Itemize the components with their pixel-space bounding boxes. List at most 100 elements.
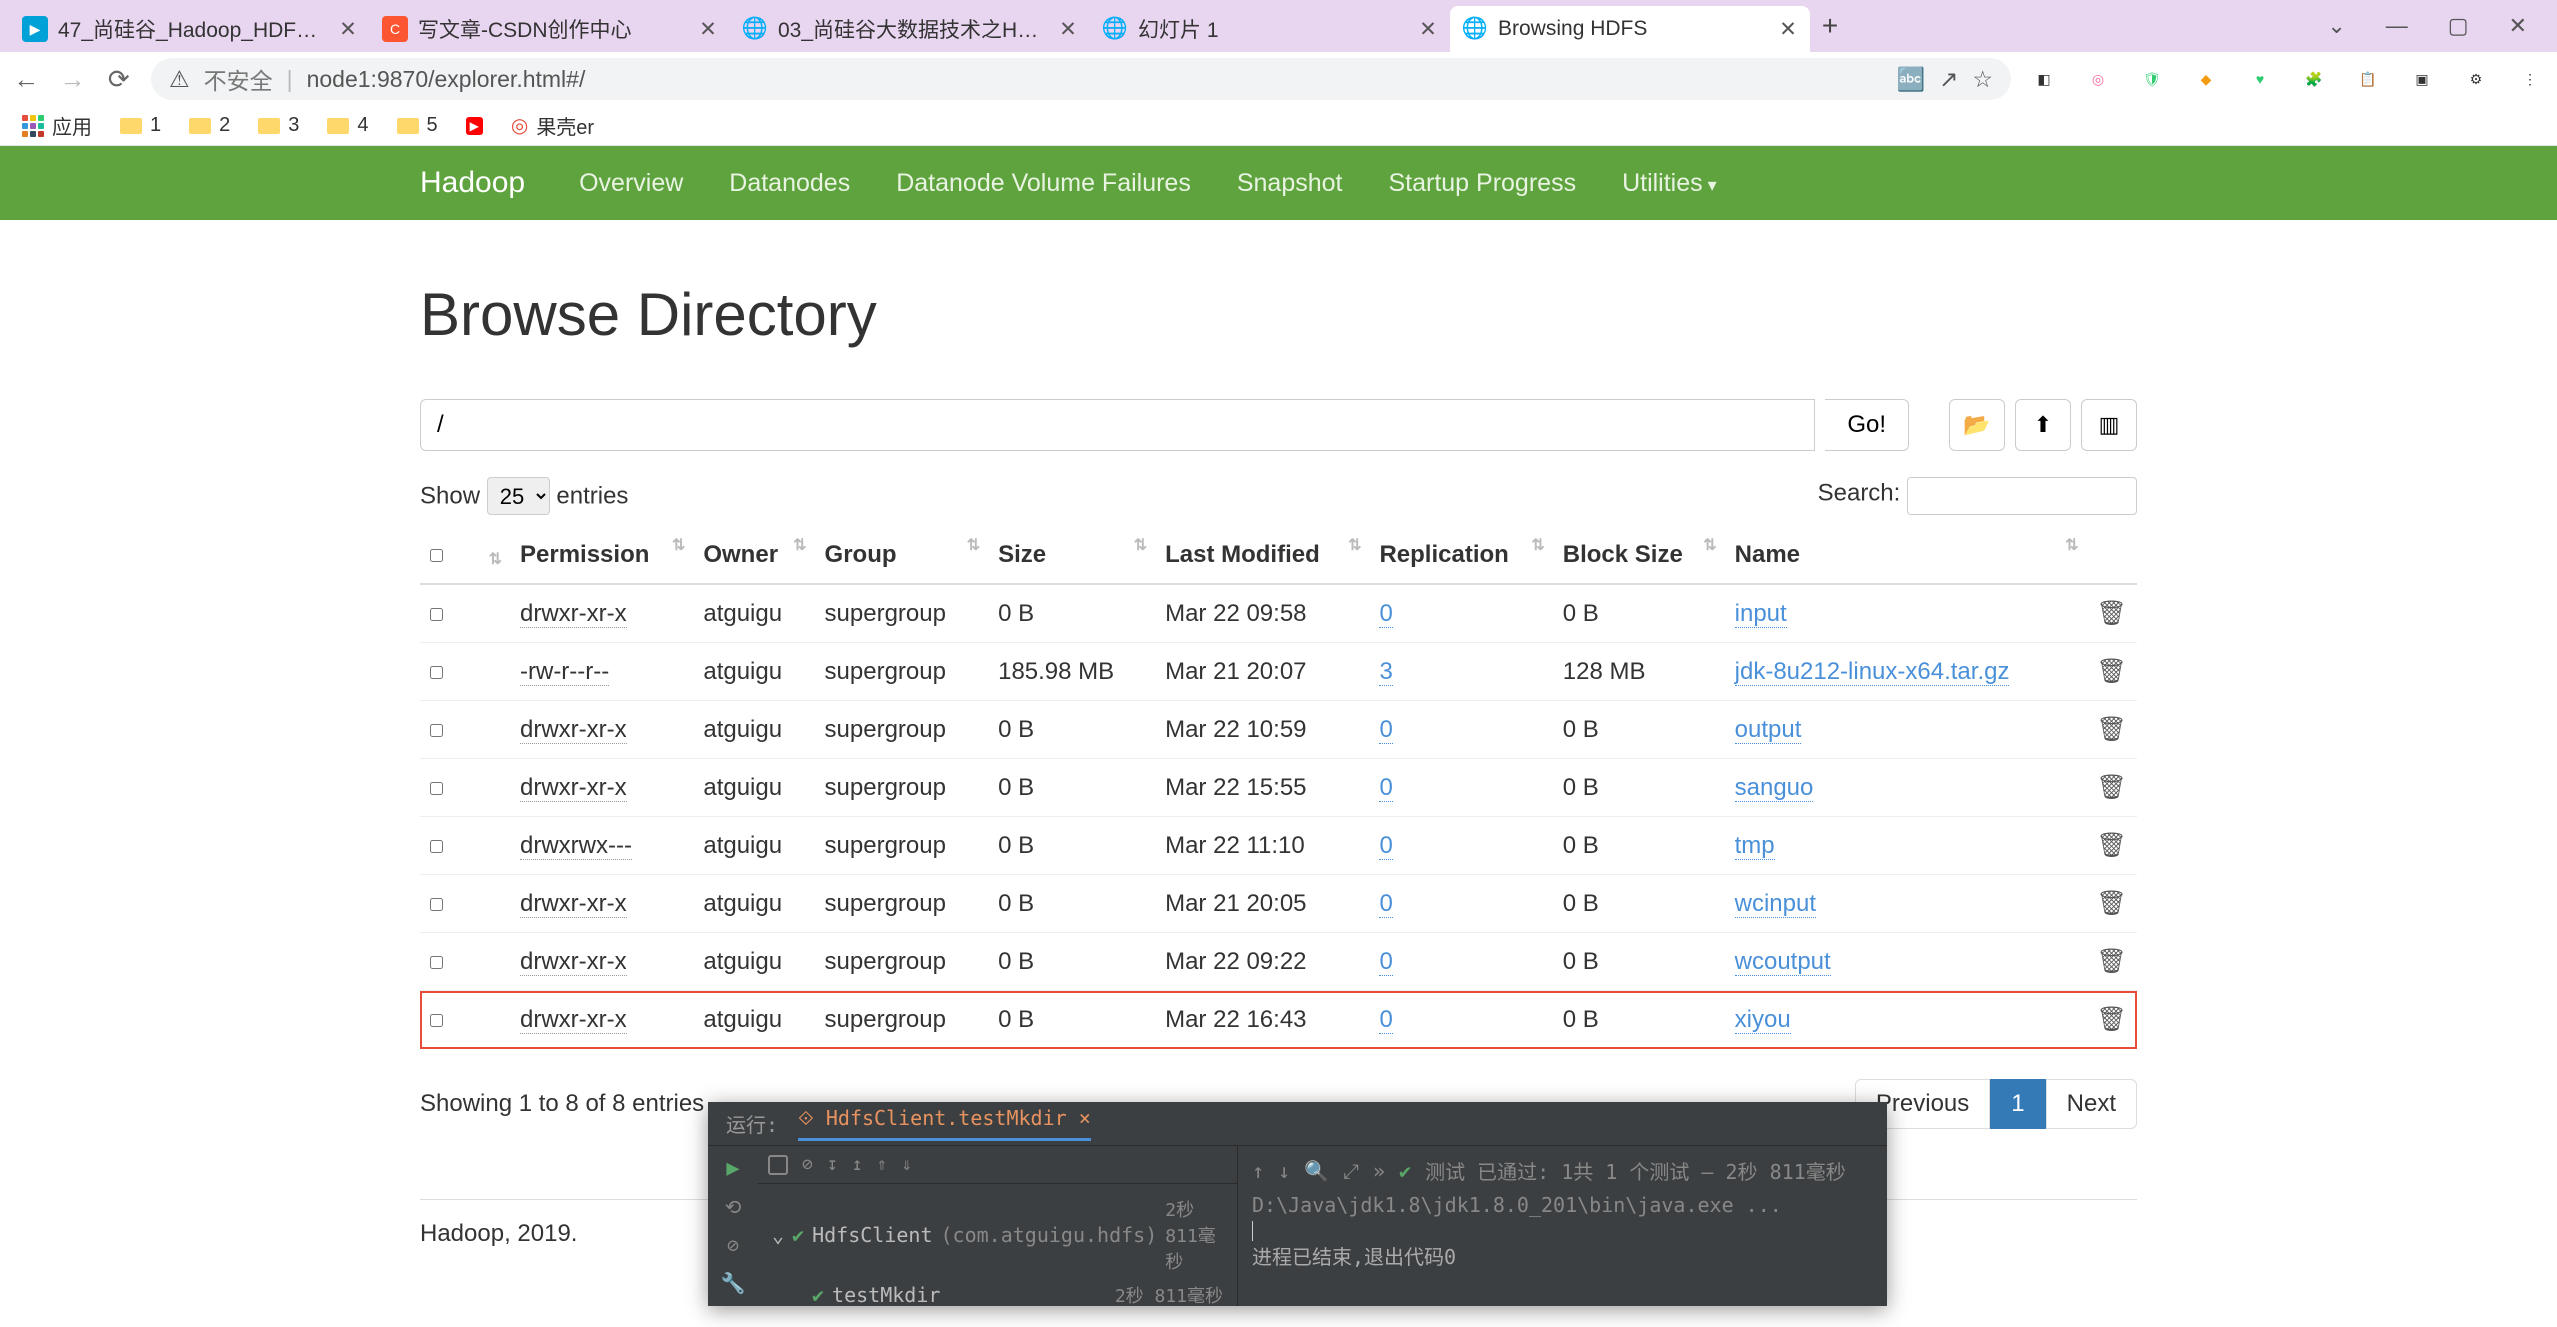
trash-icon[interactable]: 🗑 [2097,658,2127,685]
star-icon[interactable]: ☆ [1972,66,1993,93]
name-link[interactable]: wcinput [1735,890,1816,918]
check-icon[interactable] [768,1155,788,1175]
upload-button[interactable]: ⬆ [2015,399,2071,451]
tree-root[interactable]: ⌄ ✔ HdfsClient (com.atguigu.hdfs) 2秒 811… [772,1192,1223,1278]
tab-2[interactable]: 🌐 03_尚硅谷大数据技术之Hadoop ✕ [730,6,1090,52]
tab-3[interactable]: 🌐 幻灯片 1 ✕ [1090,6,1450,52]
name-link[interactable]: input [1735,600,1787,628]
nav-datanodes[interactable]: Datanodes [729,169,850,198]
page-1-button[interactable]: 1 [1990,1079,2045,1129]
side-panel-icon[interactable]: ▣ [2407,64,2437,94]
entries-select[interactable]: 25 [487,477,550,515]
name-link[interactable]: tmp [1735,832,1775,860]
row-checkbox[interactable] [430,666,443,679]
close-icon[interactable]: ✕ [698,17,718,42]
share-icon[interactable]: ↗ [1939,66,1958,93]
row-checkbox[interactable] [430,840,443,853]
permission-cell[interactable]: drwxrwx--- [520,832,632,860]
trash-icon[interactable]: 🗑 [2097,948,2127,975]
replication-cell[interactable]: 0 [1379,1006,1392,1034]
bookmark-youtube[interactable]: ▶ [466,117,483,135]
translate-icon[interactable]: 🔤 [1896,66,1925,93]
trash-icon[interactable]: 🗑 [2097,890,2127,917]
replication-cell[interactable]: 0 [1379,948,1392,976]
replication-cell[interactable]: 0 [1379,774,1392,802]
trash-icon[interactable]: 🗑 [2097,716,2127,743]
col-owner[interactable]: Owner⇅ [693,527,814,584]
tab-0[interactable]: ▶ 47_尚硅谷_Hadoop_HDFS_API ✕ [10,6,370,52]
close-icon[interactable]: ✕ [1418,17,1438,42]
nav-volume-failures[interactable]: Datanode Volume Failures [896,169,1191,198]
bookmark-folder-4[interactable]: 4 [327,114,368,137]
col-replication[interactable]: Replication⇅ [1369,527,1552,584]
reading-list-icon[interactable]: 📋 [2353,64,2383,94]
next-icon[interactable]: ↓ [1278,1159,1290,1183]
minimize-icon[interactable]: — [2386,13,2408,39]
bookmark-folder-3[interactable]: 3 [258,114,299,137]
name-link[interactable]: wcoutput [1735,948,1831,976]
name-link[interactable]: output [1735,716,1802,744]
nav-startup-progress[interactable]: Startup Progress [1388,169,1576,198]
name-link[interactable]: jdk-8u212-linux-x64.tar.gz [1735,658,2010,686]
close-window-icon[interactable]: ✕ [2509,13,2527,39]
nav-utilities[interactable]: Utilities [1622,169,1717,198]
new-tab-button[interactable]: + [1810,10,1850,42]
test-tab[interactable]: ⟐ HdfsClient.testMkdir × [798,1106,1091,1141]
prev-icon[interactable]: ↑ [1252,1159,1264,1183]
permission-cell[interactable]: drwxr-xr-x [520,774,627,802]
forward-button[interactable]: → [58,64,86,95]
permission-cell[interactable]: -rw-r--r-- [520,658,609,686]
replication-cell[interactable]: 0 [1379,832,1392,860]
col-group[interactable]: Group⇅ [815,527,989,584]
cut-button[interactable]: ▥ [2081,399,2137,451]
row-checkbox[interactable] [430,724,443,737]
reload-button[interactable]: ⟳ [105,64,133,95]
tab-4-active[interactable]: 🌐 Browsing HDFS ✕ [1450,6,1810,52]
replication-cell[interactable]: 0 [1379,600,1392,628]
back-button[interactable]: ← [12,64,40,95]
row-checkbox[interactable] [430,956,443,969]
collapse-icon[interactable]: ⇑ [877,1154,888,1175]
stop-icon[interactable]: ⊘ [727,1233,739,1257]
name-link[interactable]: xiyou [1735,1006,1791,1034]
tab-1[interactable]: C 写文章-CSDN创作中心 ✕ [370,6,730,52]
bookmark-folder-2[interactable]: 2 [189,114,230,137]
apps-bookmark[interactable]: 应用 [22,111,92,140]
col-last-modified[interactable]: Last Modified⇅ [1155,527,1369,584]
menu-icon[interactable]: ⋮ [2515,64,2545,94]
forbid-icon[interactable]: ⊘ [802,1154,813,1175]
trash-icon[interactable]: 🗑 [2097,774,2127,801]
sort-icon[interactable]: ⇅ [489,555,502,565]
permission-cell[interactable]: drwxr-xr-x [520,1006,627,1034]
profile-icon[interactable]: ⚙ [2461,64,2491,94]
ext-icon-1[interactable]: ◧ [2029,64,2059,94]
replication-cell[interactable]: 0 [1379,716,1392,744]
settings-icon[interactable]: 🔧 [721,1271,746,1295]
next-button[interactable]: Next [2046,1079,2137,1129]
close-icon[interactable]: ✕ [1778,17,1798,42]
col-size[interactable]: Size⇅ [988,527,1155,584]
permission-cell[interactable]: drwxr-xr-x [520,716,627,744]
search-input[interactable] [1907,477,2137,515]
close-icon[interactable]: ✕ [1058,17,1078,42]
ide-console[interactable]: ↑ ↓ 🔍 ⤢ » ✔ 测试 已通过: 1共 1 个测试 – 2秒 811毫秒 … [1238,1146,1887,1306]
permission-cell[interactable]: drwxr-xr-x [520,890,627,918]
expand-icon[interactable]: ⇓ [901,1154,912,1175]
hadoop-brand[interactable]: Hadoop [420,166,525,200]
import-icon[interactable]: ⤢ [1343,1159,1359,1183]
ext-icon-5[interactable]: ♥ [2245,64,2275,94]
row-checkbox[interactable] [430,1014,443,1027]
replication-cell[interactable]: 0 [1379,890,1392,918]
debug-icon[interactable]: ⟲ [725,1195,742,1219]
path-input[interactable] [420,399,1815,451]
create-folder-button[interactable]: 📂 [1949,399,2005,451]
select-all-checkbox[interactable] [430,549,443,562]
url-input[interactable]: ⚠ 不安全 | node1:9870/explorer.html#/ 🔤 ↗ ☆ [151,58,2011,100]
sort-desc-icon[interactable]: ↧ [827,1154,838,1175]
sort-asc-icon[interactable]: ↥ [852,1154,863,1175]
bookmark-guoke[interactable]: ◎果壳er [511,111,594,140]
row-checkbox[interactable] [430,608,443,621]
trash-icon[interactable]: 🗑 [2097,1006,2127,1033]
col-permission[interactable]: Permission⇅ [510,527,693,584]
extensions-icon[interactable]: 🧩 [2299,64,2329,94]
